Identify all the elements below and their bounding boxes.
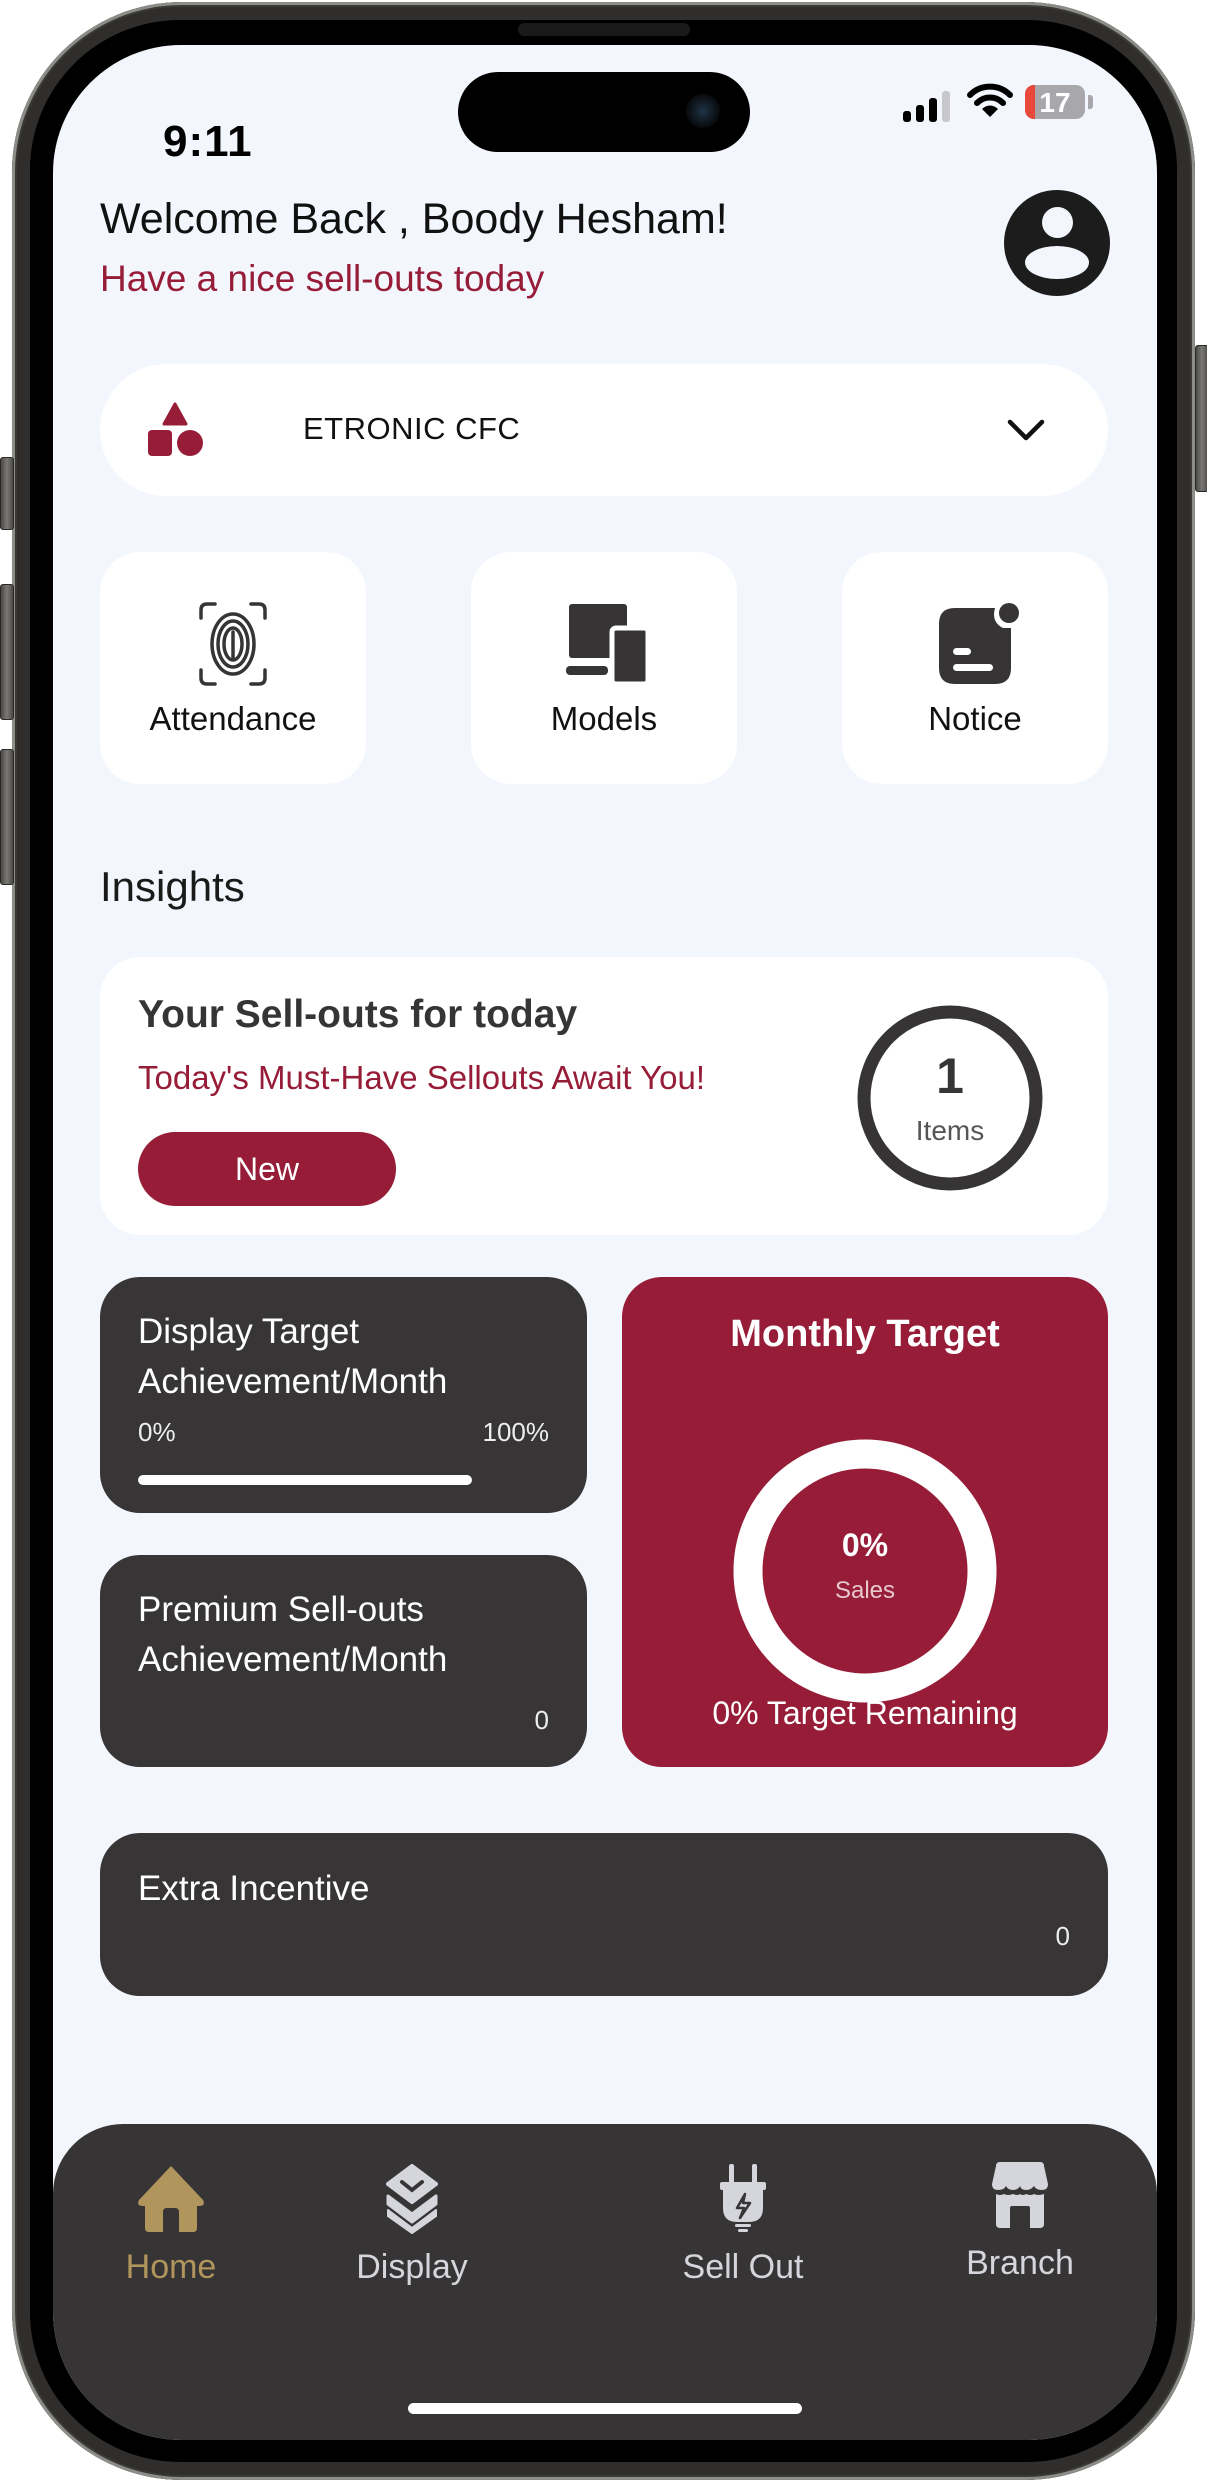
- display-target-progress-bar: [138, 1475, 472, 1485]
- status-time: 9:11: [163, 117, 253, 166]
- monthly-target-title: Monthly Target: [730, 1313, 1000, 1355]
- display-target-title: Display Target Achievement/Month: [138, 1307, 447, 1407]
- notice-button[interactable]: Notice: [842, 552, 1108, 784]
- premium-title: Premium Sell-outs Achievement/Month: [138, 1585, 447, 1685]
- fingerprint-icon: [199, 602, 267, 686]
- premium-title-line1: Premium Sell-outs: [138, 1590, 424, 1629]
- monthly-target-remaining: 0% Target Remaining: [712, 1695, 1018, 1731]
- nav-home-label: Home: [125, 2248, 217, 2286]
- wifi-icon: [967, 83, 1013, 117]
- sellouts-title: Your Sell-outs for today: [138, 993, 578, 1036]
- volume-up-button: [0, 584, 14, 720]
- welcome-title: Welcome Back , Boody Hesham!: [100, 195, 728, 243]
- home-icon: [138, 2166, 204, 2232]
- monthly-target-percent: 0%: [841, 1527, 889, 1563]
- speaker-grille: [518, 23, 690, 36]
- premium-sellouts-card[interactable]: Premium Sell-outs Achievement/Month 0: [100, 1555, 587, 1767]
- display-target-title-line1: Display Target: [138, 1312, 360, 1351]
- monthly-target-card[interactable]: Monthly Target 0% Sales 0% Target Remain…: [622, 1277, 1108, 1767]
- bottom-nav: Home Display Sell Out Branch: [53, 2124, 1157, 2440]
- chevron-down-icon[interactable]: [1006, 410, 1046, 450]
- store-icon: [992, 2162, 1048, 2228]
- nav-sell-out-label: Sell Out: [682, 2248, 804, 2286]
- layers-icon: [386, 2164, 438, 2234]
- cellular-signal-icon: [903, 88, 955, 122]
- nav-display[interactable]: Display: [312, 2164, 512, 2287]
- devices-icon: [566, 604, 651, 687]
- display-target-title-line2: Achievement/Month: [138, 1362, 448, 1401]
- attendance-label: Attendance: [149, 700, 317, 737]
- dynamic-island: [458, 72, 750, 152]
- new-sellout-button[interactable]: New: [138, 1132, 396, 1206]
- screen: 9:11 17 Welcome Back , Boody Hesham! Hav…: [53, 45, 1157, 2440]
- models-label: Models: [550, 700, 658, 737]
- attendance-button[interactable]: Attendance: [100, 552, 366, 784]
- sellouts-subtitle: Today's Must-Have Sellouts Await You!: [138, 1059, 706, 1096]
- volume-down-button: [0, 749, 14, 885]
- nav-display-label: Display: [356, 2248, 468, 2286]
- welcome-subtitle: Have a nice sell-outs today: [100, 258, 545, 299]
- extra-incentive-value: 0: [1055, 1921, 1070, 1951]
- nav-home[interactable]: Home: [71, 2164, 271, 2287]
- battery-level: 17: [1039, 87, 1071, 118]
- premium-title-line2: Achievement/Month: [138, 1640, 448, 1679]
- sellouts-card[interactable]: Your Sell-outs for today Today's Must-Ha…: [100, 957, 1108, 1235]
- camera-icon: [686, 94, 720, 128]
- battery-cap: [1088, 95, 1093, 109]
- items-count: 1: [936, 1048, 964, 1104]
- notice-label: Notice: [928, 700, 1022, 737]
- shapes-icon: [148, 402, 203, 456]
- mute-switch: [0, 457, 14, 530]
- branch-name: ETRONIC CFC: [303, 411, 521, 446]
- monthly-target-sales-label: Sales: [834, 1577, 896, 1604]
- extra-incentive-title: Extra Incentive: [138, 1869, 370, 1908]
- home-indicator[interactable]: [408, 2403, 802, 2414]
- plug-icon: [720, 2164, 766, 2232]
- nav-branch-label: Branch: [966, 2244, 1074, 2282]
- battery-icon: 17: [1025, 85, 1085, 119]
- models-button[interactable]: Models: [471, 552, 737, 784]
- notice-icon: [939, 603, 1019, 684]
- nav-sell-out[interactable]: Sell Out: [643, 2164, 843, 2287]
- display-target-card[interactable]: Display Target Achievement/Month 0% 100%: [100, 1277, 587, 1513]
- power-button: [1195, 345, 1207, 492]
- insights-heading: Insights: [100, 863, 245, 910]
- branch-selector[interactable]: ETRONIC CFC: [100, 364, 1108, 496]
- premium-value: 0: [534, 1705, 549, 1735]
- progress-max-label: 100%: [482, 1417, 550, 1447]
- items-label: Items: [915, 1115, 985, 1146]
- extra-incentive-card[interactable]: Extra Incentive 0: [100, 1833, 1108, 1996]
- nav-branch[interactable]: Branch: [920, 2160, 1120, 2283]
- monthly-target-ring: [733, 1439, 997, 1703]
- progress-min-label: 0%: [138, 1417, 176, 1447]
- user-circle-icon[interactable]: [1004, 190, 1110, 296]
